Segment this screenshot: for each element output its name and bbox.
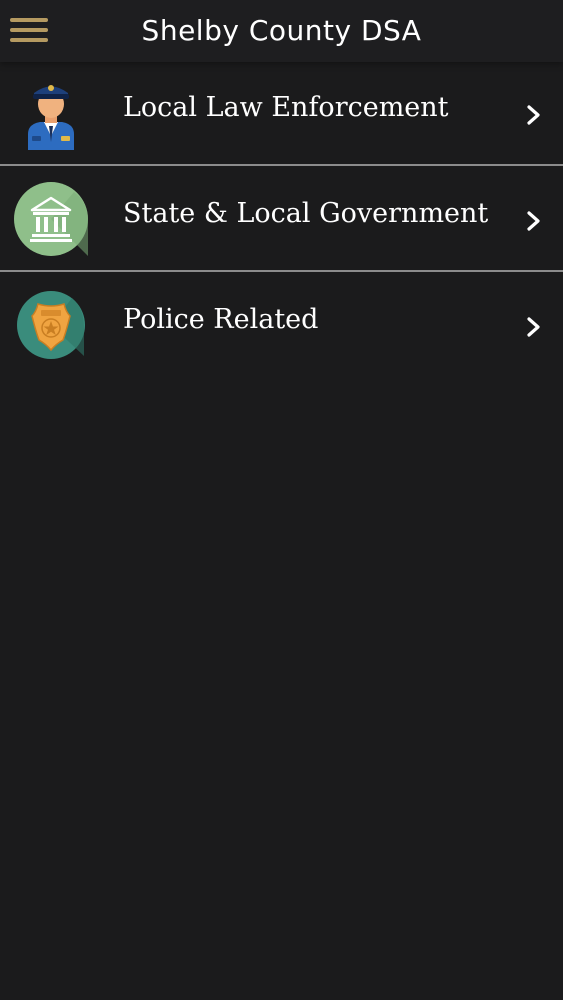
category-list: Local Law Enforcement State & Local Gove…	[0, 60, 563, 376]
government-building-icon	[14, 182, 88, 256]
police-badge-icon	[17, 291, 85, 359]
police-officer-icon	[28, 85, 74, 150]
chevron-right-icon	[527, 317, 540, 337]
list-item-local-law-enforcement[interactable]: Local Law Enforcement	[0, 60, 563, 166]
page-title: Shelby County DSA	[141, 14, 422, 47]
list-item-state-local-government[interactable]: State & Local Government	[0, 166, 563, 272]
chevron-right-icon	[527, 105, 540, 125]
list-item-label: Local Law Enforcement	[123, 92, 449, 123]
app-header: Shelby County DSA	[0, 0, 563, 62]
list-item-police-related[interactable]: Police Related	[0, 272, 563, 376]
list-item-label: State & Local Government	[123, 198, 489, 229]
chevron-right-icon	[527, 211, 540, 231]
list-item-label: Police Related	[123, 304, 319, 335]
